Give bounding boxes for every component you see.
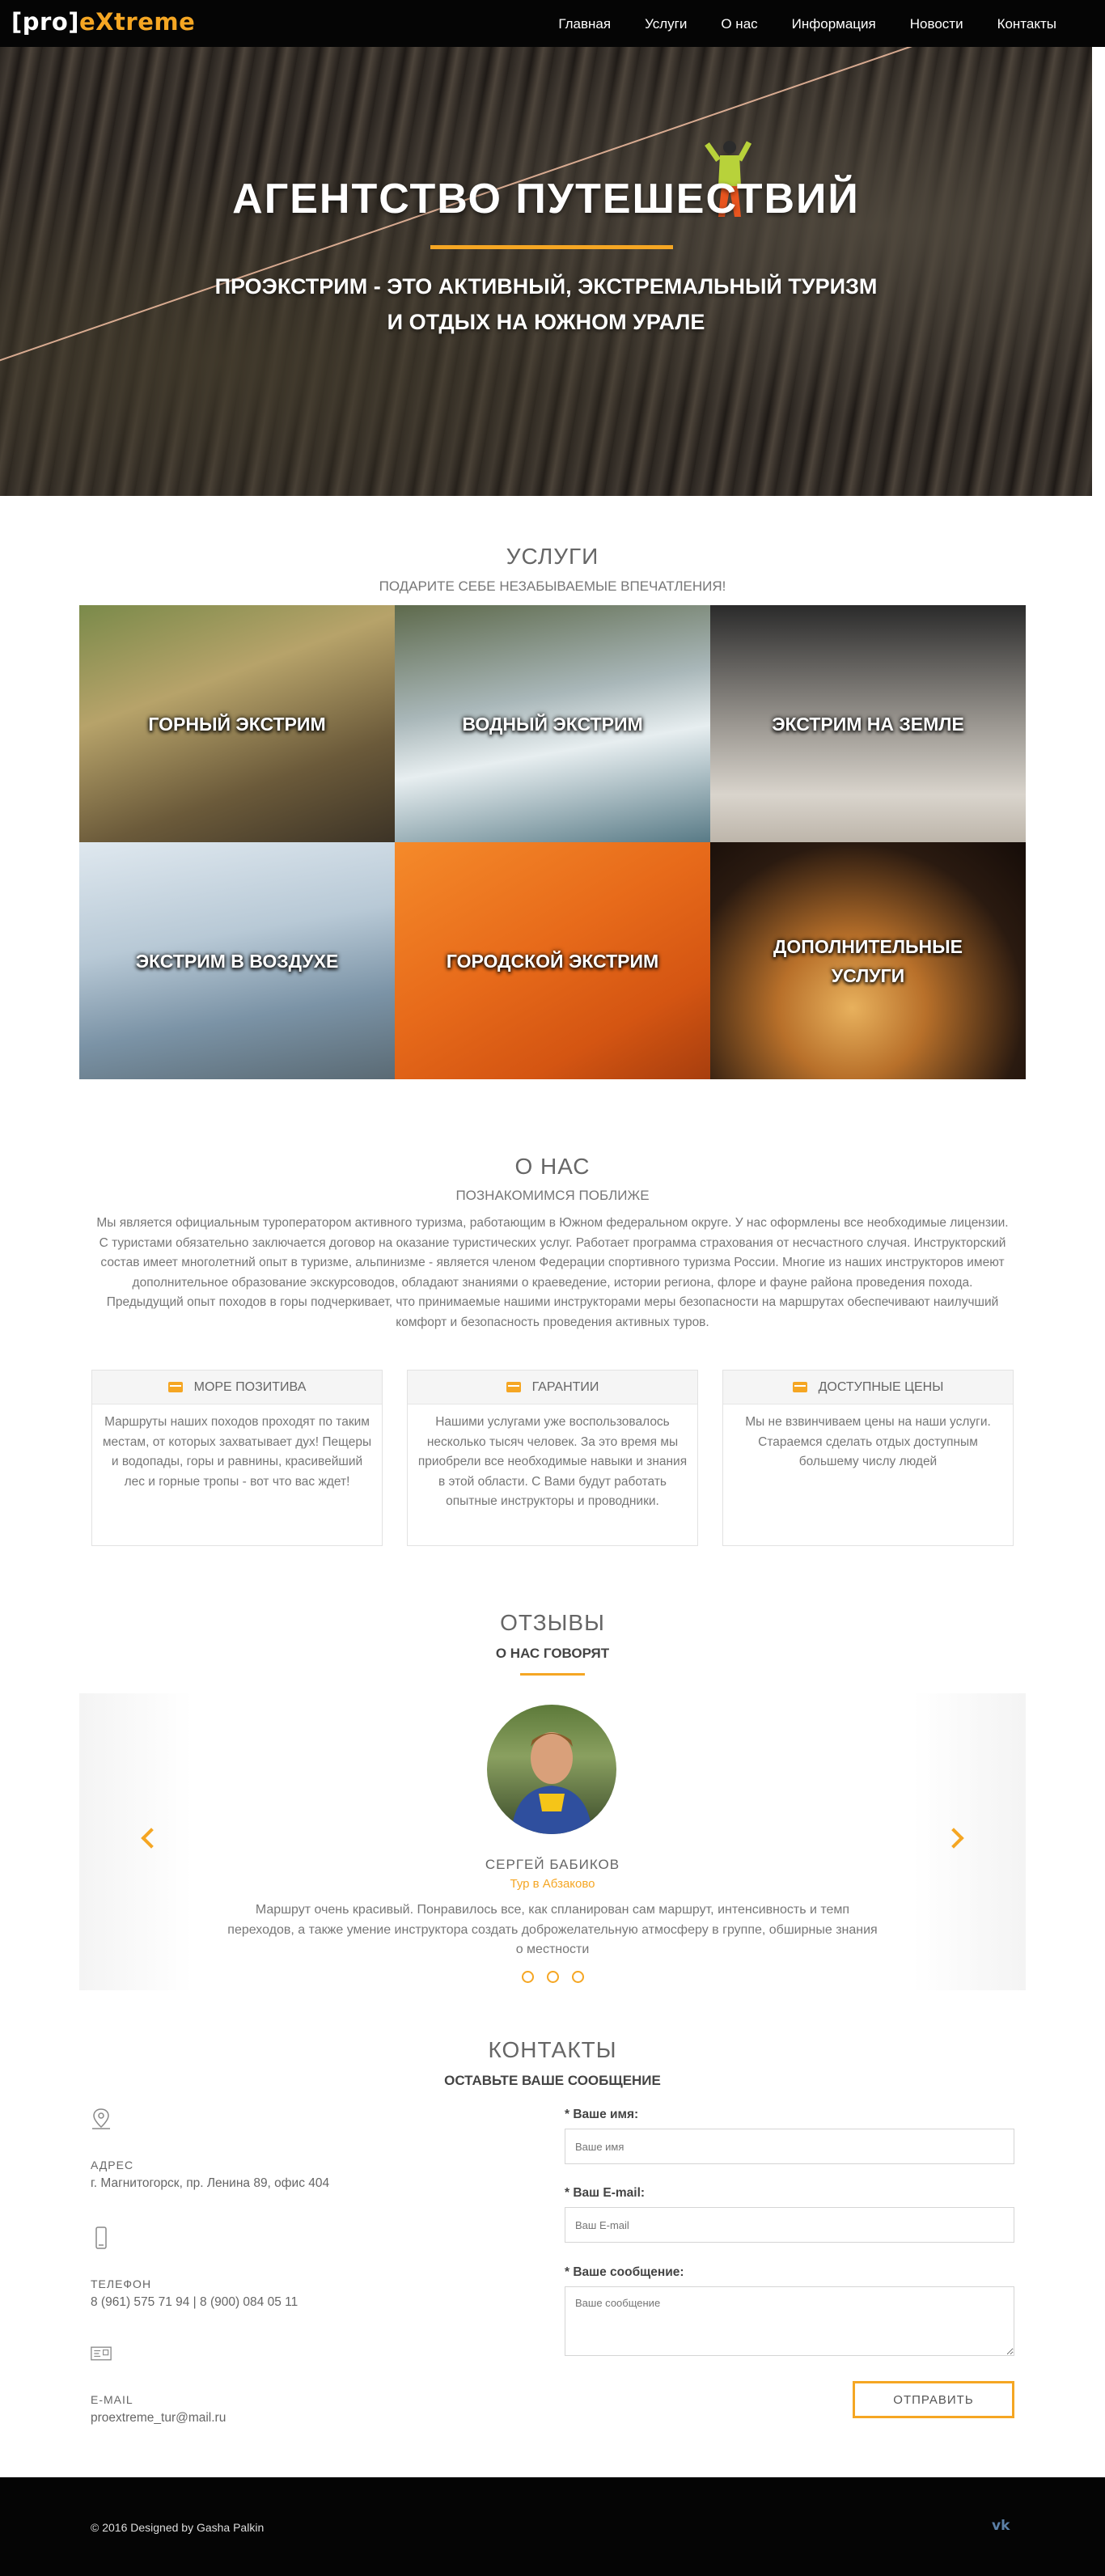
service-tile-extra[interactable]: ДОПОЛНИТЕЛЬНЫЕ УСЛУГИ xyxy=(710,842,1026,1079)
chevron-left-icon[interactable] xyxy=(141,1828,162,1849)
service-tile-label: ВОДНЫЙ ЭКСТРИМ xyxy=(462,713,643,735)
name-field-label: * Ваше имя: xyxy=(565,2108,639,2121)
vk-icon[interactable]: vk xyxy=(992,2518,1010,2534)
nav-item-services[interactable]: Услуги xyxy=(645,16,687,32)
slider-dots xyxy=(79,1971,1026,1983)
service-tile-label: ГОРНЫЙ ЭКСТРИМ xyxy=(148,713,326,735)
name-input[interactable] xyxy=(565,2129,1014,2164)
message-field-group: * Ваше сообщение: xyxy=(565,2265,1014,2356)
feature-box-prices: ДОСТУПНЫЕ ЦЕНЫ Мы не взвинчиваем цены на… xyxy=(722,1370,1014,1546)
nav-item-info[interactable]: Информация xyxy=(792,16,876,32)
service-tile-water[interactable]: ВОДНЫЙ ЭКСТРИМ xyxy=(395,605,710,842)
email-input[interactable] xyxy=(565,2207,1014,2243)
address-label: АДРЕС xyxy=(91,2159,134,2171)
message-textarea[interactable] xyxy=(565,2286,1014,2356)
feature-box-header: ГАРАНТИИ xyxy=(408,1371,697,1405)
contact-address: АДРЕС г. Магнитогорск, пр. Ленина 89, оф… xyxy=(91,2108,329,2191)
card-icon xyxy=(792,1382,807,1392)
about-subtitle: ПОЗНАКОМИМСЯ ПОБЛИЖЕ xyxy=(455,1188,650,1203)
about-title: О НАС xyxy=(514,1154,591,1179)
phone-label: ТЕЛЕФОН xyxy=(91,2277,152,2290)
services-subtitle: ПОДАРИТЕ СЕБЕ НЕЗАБЫВАЕМЫЕ ВПЕЧАТЛЕНИЯ! xyxy=(379,578,726,594)
service-tile-land[interactable]: ЭКСТРИМ НА ЗЕМЛЕ xyxy=(710,605,1026,842)
card-icon xyxy=(167,1382,183,1392)
contacts-title: КОНТАКТЫ xyxy=(488,2037,617,2062)
address-value: г. Магнитогорск, пр. Ленина 89, офис 404 xyxy=(91,2176,330,2190)
hero-title: АГЕНТСТВО ПУТЕШЕСТВИЙ xyxy=(232,176,860,222)
footer: © 2016 Designed by Gasha Palkin vk xyxy=(0,2477,1105,2576)
hero-accent-line xyxy=(430,245,673,249)
feature-box-text: Мы не взвинчиваем цены на наши услуги. С… xyxy=(745,1415,991,1468)
service-tile-label: ЭКСТРИМ В ВОЗДУХЕ xyxy=(135,950,339,972)
map-pin-icon xyxy=(92,2108,110,2129)
nav-item-contacts[interactable]: Контакты xyxy=(997,16,1056,32)
hero-subtitle: ПРОЭКСТРИМ - ЭТО АКТИВНЫЙ, ЭКСТРЕМАЛЬНЫЙ… xyxy=(0,269,1092,340)
phone-value: 8 (961) 575 71 94 | 8 (900) 084 05 11 xyxy=(91,2295,298,2309)
email-field-group: * Ваш E-mail: xyxy=(565,2186,1014,2243)
email-icon xyxy=(91,2346,112,2361)
main-menu: Главная Услуги О нас Информация Новости … xyxy=(524,16,1056,32)
service-tile-mountain[interactable]: ГОРНЫЙ ЭКСТРИМ xyxy=(79,605,395,842)
nav-item-about[interactable]: О нас xyxy=(721,16,757,32)
site-logo[interactable]: [pro]eXtreme xyxy=(11,8,195,36)
service-tile-label: ДОПОЛНИТЕЛЬНЫЕ УСЛУГИ xyxy=(773,935,963,986)
reviews-title: ОТЗЫВЫ xyxy=(500,1610,605,1635)
service-tile-label: ГОРОДСКОЙ ЭКСТРИМ xyxy=(446,950,659,972)
service-tile-air[interactable]: ЭКСТРИМ В ВОЗДУХЕ xyxy=(79,842,395,1079)
feature-box-title: ДОСТУПНЫЕ ЦЕНЫ xyxy=(818,1379,944,1394)
testimonial-slider: СЕРГЕЙ БАБИКОВ Тур в Абзаково Маршрут оч… xyxy=(79,1693,1026,1990)
feature-box-title: МОРЕ ПОЗИТИВА xyxy=(193,1379,307,1394)
person-photo xyxy=(511,1732,592,1834)
name-field-group: * Ваше имя: xyxy=(565,2108,1014,2164)
contact-phone: ТЕЛЕФОН 8 (961) 575 71 94 | 8 (900) 084 … xyxy=(91,2226,298,2310)
logo-bracket-text: [pro] xyxy=(11,8,79,36)
send-button[interactable]: ОТПРАВИТЬ xyxy=(853,2381,1014,2418)
service-tile-urban[interactable]: ГОРОДСКОЙ ЭКСТРИМ xyxy=(395,842,710,1079)
hero-subtitle-line-1: ПРОЭКСТРИМ - ЭТО АКТИВНЫЙ, ЭКСТРЕМАЛЬНЫЙ… xyxy=(214,274,878,299)
copyright-text: © 2016 Designed by Gasha Palkin xyxy=(91,2521,265,2534)
email-value[interactable]: proextreme_tur@mail.ru xyxy=(91,2411,226,2426)
feature-box-text: Маршруты наших походов проходят по таким… xyxy=(102,1415,372,1489)
review-text: Маршрут очень красивый. Понравилось все,… xyxy=(227,1903,878,1956)
feature-box-positive: МОРЕ ПОЗИТИВА Маршруты наших походов про… xyxy=(91,1370,383,1546)
chevron-right-icon[interactable] xyxy=(943,1828,964,1849)
service-tile-label: ЭКСТРИМ НА ЗЕМЛЕ xyxy=(772,713,964,735)
contacts-subtitle: ОСТАВЬТЕ ВАШЕ СООБЩЕНИЕ xyxy=(444,2073,661,2088)
feature-box-header: МОРЕ ПОЗИТИВА xyxy=(92,1371,382,1405)
email-field-label: * Ваш E-mail: xyxy=(565,2186,646,2200)
about-paragraph: Мы является официальным туроператором ак… xyxy=(96,1216,1009,1329)
reviewer-tour: Тур в Абзаково xyxy=(510,1877,595,1891)
nav-item-news[interactable]: Новости xyxy=(910,16,963,32)
services-title: УСЛУГИ xyxy=(506,544,599,569)
slider-dot[interactable] xyxy=(521,1971,534,1983)
services-grid: ГОРНЫЙ ЭКСТРИМ ВОДНЫЙ ЭКСТРИМ ЭКСТРИМ НА… xyxy=(79,605,1026,1079)
slider-dot[interactable] xyxy=(546,1971,559,1983)
reviews-accent-line xyxy=(520,1673,585,1676)
card-icon xyxy=(506,1382,521,1392)
about-feature-boxes: МОРЕ ПОЗИТИВА Маршруты наших походов про… xyxy=(91,1370,1014,1546)
feature-box-header: ДОСТУПНЫЕ ЦЕНЫ xyxy=(723,1371,1013,1405)
phone-icon xyxy=(95,2226,107,2249)
feature-box-title: ГАРАНТИИ xyxy=(531,1379,599,1394)
reviews-subtitle: О НАС ГОВОРЯТ xyxy=(495,1646,610,1661)
feature-box-guarantees: ГАРАНТИИ Нашими услугами уже воспользова… xyxy=(407,1370,698,1546)
slider-dot[interactable] xyxy=(571,1971,584,1983)
message-field-label: * Ваше сообщение: xyxy=(565,2265,684,2279)
contact-email: E-MAIL proextreme_tur@mail.ru xyxy=(91,2342,226,2426)
avatar xyxy=(487,1705,616,1834)
nav-item-home[interactable]: Главная xyxy=(558,16,611,32)
feature-box-text: Нашими услугами уже воспользовалось неск… xyxy=(417,1415,688,1508)
hero-banner: АГЕНТСТВО ПУТЕШЕСТВИЙ ПРОЭКСТРИМ - ЭТО А… xyxy=(0,47,1092,496)
reviewer-name: СЕРГЕЙ БАБИКОВ xyxy=(485,1857,620,1872)
logo-word-text: eXtreme xyxy=(79,8,196,36)
email-label: E-MAIL xyxy=(91,2393,133,2406)
hero-subtitle-line-2: И ОТДЫХ НА ЮЖНОМ УРАЛЕ xyxy=(387,310,705,334)
top-navbar: [pro]eXtreme Главная Услуги О нас Информ… xyxy=(0,0,1105,47)
